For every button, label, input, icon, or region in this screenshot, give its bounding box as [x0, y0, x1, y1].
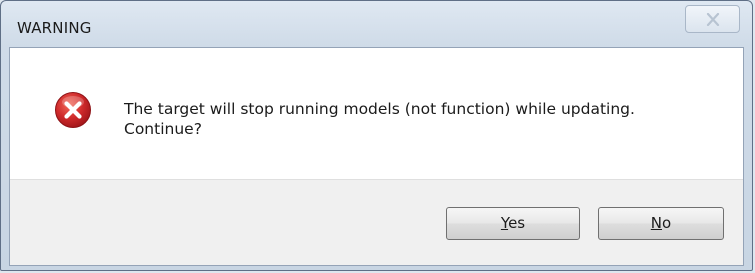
button-bar: Yes No [10, 179, 743, 265]
message-area: The target will stop running models (not… [10, 48, 743, 182]
dialog-body: The target will stop running models (not… [9, 47, 744, 266]
no-label-rest: o [662, 214, 672, 232]
no-button[interactable]: No [598, 207, 724, 240]
warning-dialog: WARNING The target will stop running mod… [0, 0, 753, 271]
yes-button[interactable]: Yes [446, 207, 580, 240]
close-icon [706, 13, 720, 26]
dialog-title: WARNING [17, 19, 92, 37]
message-line-1: The target will stop running models (not… [124, 100, 635, 118]
no-accelerator: N [650, 214, 663, 232]
title-bar[interactable]: WARNING [1, 1, 752, 47]
close-button[interactable] [685, 5, 740, 33]
message-line-2: Continue? [124, 120, 202, 138]
error-icon [55, 92, 91, 128]
yes-accelerator: Y [500, 214, 509, 232]
yes-label-rest: es [508, 214, 526, 232]
message-text: The target will stop running models (not… [124, 99, 724, 139]
